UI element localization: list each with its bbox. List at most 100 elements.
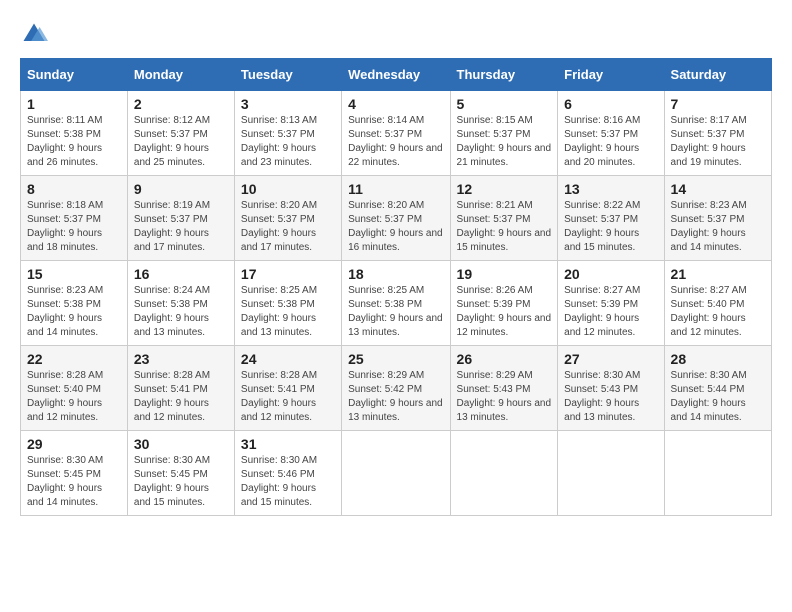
- calendar-week-1: 1 Sunrise: 8:11 AM Sunset: 5:38 PM Dayli…: [21, 91, 772, 176]
- day-number: 17: [241, 266, 335, 282]
- calendar-cell: 20 Sunrise: 8:27 AM Sunset: 5:39 PM Dayl…: [558, 261, 664, 346]
- column-header-tuesday: Tuesday: [234, 59, 341, 91]
- day-info: Sunrise: 8:28 AM Sunset: 5:41 PM Dayligh…: [134, 369, 228, 425]
- calendar-cell: 22 Sunrise: 8:28 AM Sunset: 5:40 PM Dayl…: [21, 346, 128, 431]
- calendar-cell: 7 Sunrise: 8:17 AM Sunset: 5:37 PM Dayli…: [664, 91, 771, 176]
- day-info: Sunrise: 8:19 AM Sunset: 5:37 PM Dayligh…: [134, 199, 228, 255]
- day-number: 3: [241, 96, 335, 112]
- day-number: 23: [134, 351, 228, 367]
- day-info: Sunrise: 8:17 AM Sunset: 5:37 PM Dayligh…: [671, 114, 765, 170]
- day-number: 12: [457, 181, 552, 197]
- day-number: 4: [348, 96, 443, 112]
- calendar-cell: 16 Sunrise: 8:24 AM Sunset: 5:38 PM Dayl…: [127, 261, 234, 346]
- day-info: Sunrise: 8:22 AM Sunset: 5:37 PM Dayligh…: [564, 199, 657, 255]
- day-info: Sunrise: 8:30 AM Sunset: 5:43 PM Dayligh…: [564, 369, 657, 425]
- calendar: SundayMondayTuesdayWednesdayThursdayFrid…: [20, 58, 772, 516]
- calendar-cell: 19 Sunrise: 8:26 AM Sunset: 5:39 PM Dayl…: [450, 261, 558, 346]
- day-info: Sunrise: 8:16 AM Sunset: 5:37 PM Dayligh…: [564, 114, 657, 170]
- calendar-cell: 26 Sunrise: 8:29 AM Sunset: 5:43 PM Dayl…: [450, 346, 558, 431]
- day-info: Sunrise: 8:14 AM Sunset: 5:37 PM Dayligh…: [348, 114, 443, 170]
- calendar-cell: [558, 431, 664, 516]
- day-info: Sunrise: 8:23 AM Sunset: 5:38 PM Dayligh…: [27, 284, 121, 340]
- calendar-cell: 9 Sunrise: 8:19 AM Sunset: 5:37 PM Dayli…: [127, 176, 234, 261]
- day-number: 25: [348, 351, 443, 367]
- calendar-cell: [450, 431, 558, 516]
- day-number: 7: [671, 96, 765, 112]
- calendar-cell: 17 Sunrise: 8:25 AM Sunset: 5:38 PM Dayl…: [234, 261, 341, 346]
- calendar-cell: 15 Sunrise: 8:23 AM Sunset: 5:38 PM Dayl…: [21, 261, 128, 346]
- logo-icon: [20, 20, 48, 48]
- day-info: Sunrise: 8:30 AM Sunset: 5:44 PM Dayligh…: [671, 369, 765, 425]
- calendar-cell: [664, 431, 771, 516]
- day-info: Sunrise: 8:24 AM Sunset: 5:38 PM Dayligh…: [134, 284, 228, 340]
- day-number: 6: [564, 96, 657, 112]
- day-info: Sunrise: 8:30 AM Sunset: 5:45 PM Dayligh…: [134, 454, 228, 510]
- day-number: 5: [457, 96, 552, 112]
- calendar-cell: 5 Sunrise: 8:15 AM Sunset: 5:37 PM Dayli…: [450, 91, 558, 176]
- calendar-cell: 23 Sunrise: 8:28 AM Sunset: 5:41 PM Dayl…: [127, 346, 234, 431]
- calendar-cell: 13 Sunrise: 8:22 AM Sunset: 5:37 PM Dayl…: [558, 176, 664, 261]
- day-number: 27: [564, 351, 657, 367]
- calendar-cell: 21 Sunrise: 8:27 AM Sunset: 5:40 PM Dayl…: [664, 261, 771, 346]
- day-info: Sunrise: 8:26 AM Sunset: 5:39 PM Dayligh…: [457, 284, 552, 340]
- day-number: 1: [27, 96, 121, 112]
- day-info: Sunrise: 8:27 AM Sunset: 5:39 PM Dayligh…: [564, 284, 657, 340]
- column-header-wednesday: Wednesday: [342, 59, 450, 91]
- day-info: Sunrise: 8:28 AM Sunset: 5:41 PM Dayligh…: [241, 369, 335, 425]
- calendar-cell: 8 Sunrise: 8:18 AM Sunset: 5:37 PM Dayli…: [21, 176, 128, 261]
- column-header-friday: Friday: [558, 59, 664, 91]
- day-info: Sunrise: 8:20 AM Sunset: 5:37 PM Dayligh…: [348, 199, 443, 255]
- day-number: 31: [241, 436, 335, 452]
- calendar-cell: 28 Sunrise: 8:30 AM Sunset: 5:44 PM Dayl…: [664, 346, 771, 431]
- day-number: 20: [564, 266, 657, 282]
- calendar-cell: 14 Sunrise: 8:23 AM Sunset: 5:37 PM Dayl…: [664, 176, 771, 261]
- day-info: Sunrise: 8:25 AM Sunset: 5:38 PM Dayligh…: [241, 284, 335, 340]
- calendar-cell: 27 Sunrise: 8:30 AM Sunset: 5:43 PM Dayl…: [558, 346, 664, 431]
- calendar-week-4: 22 Sunrise: 8:28 AM Sunset: 5:40 PM Dayl…: [21, 346, 772, 431]
- day-number: 16: [134, 266, 228, 282]
- day-info: Sunrise: 8:18 AM Sunset: 5:37 PM Dayligh…: [27, 199, 121, 255]
- calendar-cell: 31 Sunrise: 8:30 AM Sunset: 5:46 PM Dayl…: [234, 431, 341, 516]
- day-info: Sunrise: 8:29 AM Sunset: 5:42 PM Dayligh…: [348, 369, 443, 425]
- column-header-monday: Monday: [127, 59, 234, 91]
- calendar-cell: 2 Sunrise: 8:12 AM Sunset: 5:37 PM Dayli…: [127, 91, 234, 176]
- day-info: Sunrise: 8:13 AM Sunset: 5:37 PM Dayligh…: [241, 114, 335, 170]
- day-number: 30: [134, 436, 228, 452]
- day-number: 29: [27, 436, 121, 452]
- calendar-cell: [342, 431, 450, 516]
- calendar-cell: 1 Sunrise: 8:11 AM Sunset: 5:38 PM Dayli…: [21, 91, 128, 176]
- day-info: Sunrise: 8:30 AM Sunset: 5:46 PM Dayligh…: [241, 454, 335, 510]
- calendar-cell: 24 Sunrise: 8:28 AM Sunset: 5:41 PM Dayl…: [234, 346, 341, 431]
- calendar-cell: 11 Sunrise: 8:20 AM Sunset: 5:37 PM Dayl…: [342, 176, 450, 261]
- day-number: 9: [134, 181, 228, 197]
- column-header-saturday: Saturday: [664, 59, 771, 91]
- day-info: Sunrise: 8:27 AM Sunset: 5:40 PM Dayligh…: [671, 284, 765, 340]
- calendar-week-3: 15 Sunrise: 8:23 AM Sunset: 5:38 PM Dayl…: [21, 261, 772, 346]
- calendar-cell: 30 Sunrise: 8:30 AM Sunset: 5:45 PM Dayl…: [127, 431, 234, 516]
- day-number: 8: [27, 181, 121, 197]
- calendar-cell: 18 Sunrise: 8:25 AM Sunset: 5:38 PM Dayl…: [342, 261, 450, 346]
- day-number: 26: [457, 351, 552, 367]
- day-info: Sunrise: 8:21 AM Sunset: 5:37 PM Dayligh…: [457, 199, 552, 255]
- day-info: Sunrise: 8:25 AM Sunset: 5:38 PM Dayligh…: [348, 284, 443, 340]
- day-number: 13: [564, 181, 657, 197]
- day-number: 22: [27, 351, 121, 367]
- day-info: Sunrise: 8:15 AM Sunset: 5:37 PM Dayligh…: [457, 114, 552, 170]
- day-number: 24: [241, 351, 335, 367]
- column-header-sunday: Sunday: [21, 59, 128, 91]
- day-info: Sunrise: 8:30 AM Sunset: 5:45 PM Dayligh…: [27, 454, 121, 510]
- calendar-cell: 10 Sunrise: 8:20 AM Sunset: 5:37 PM Dayl…: [234, 176, 341, 261]
- day-info: Sunrise: 8:20 AM Sunset: 5:37 PM Dayligh…: [241, 199, 335, 255]
- calendar-cell: 29 Sunrise: 8:30 AM Sunset: 5:45 PM Dayl…: [21, 431, 128, 516]
- day-number: 10: [241, 181, 335, 197]
- day-number: 15: [27, 266, 121, 282]
- column-header-thursday: Thursday: [450, 59, 558, 91]
- calendar-header-row: SundayMondayTuesdayWednesdayThursdayFrid…: [21, 59, 772, 91]
- calendar-cell: 6 Sunrise: 8:16 AM Sunset: 5:37 PM Dayli…: [558, 91, 664, 176]
- day-number: 21: [671, 266, 765, 282]
- calendar-cell: 3 Sunrise: 8:13 AM Sunset: 5:37 PM Dayli…: [234, 91, 341, 176]
- calendar-cell: 12 Sunrise: 8:21 AM Sunset: 5:37 PM Dayl…: [450, 176, 558, 261]
- day-info: Sunrise: 8:11 AM Sunset: 5:38 PM Dayligh…: [27, 114, 121, 170]
- day-number: 19: [457, 266, 552, 282]
- day-number: 28: [671, 351, 765, 367]
